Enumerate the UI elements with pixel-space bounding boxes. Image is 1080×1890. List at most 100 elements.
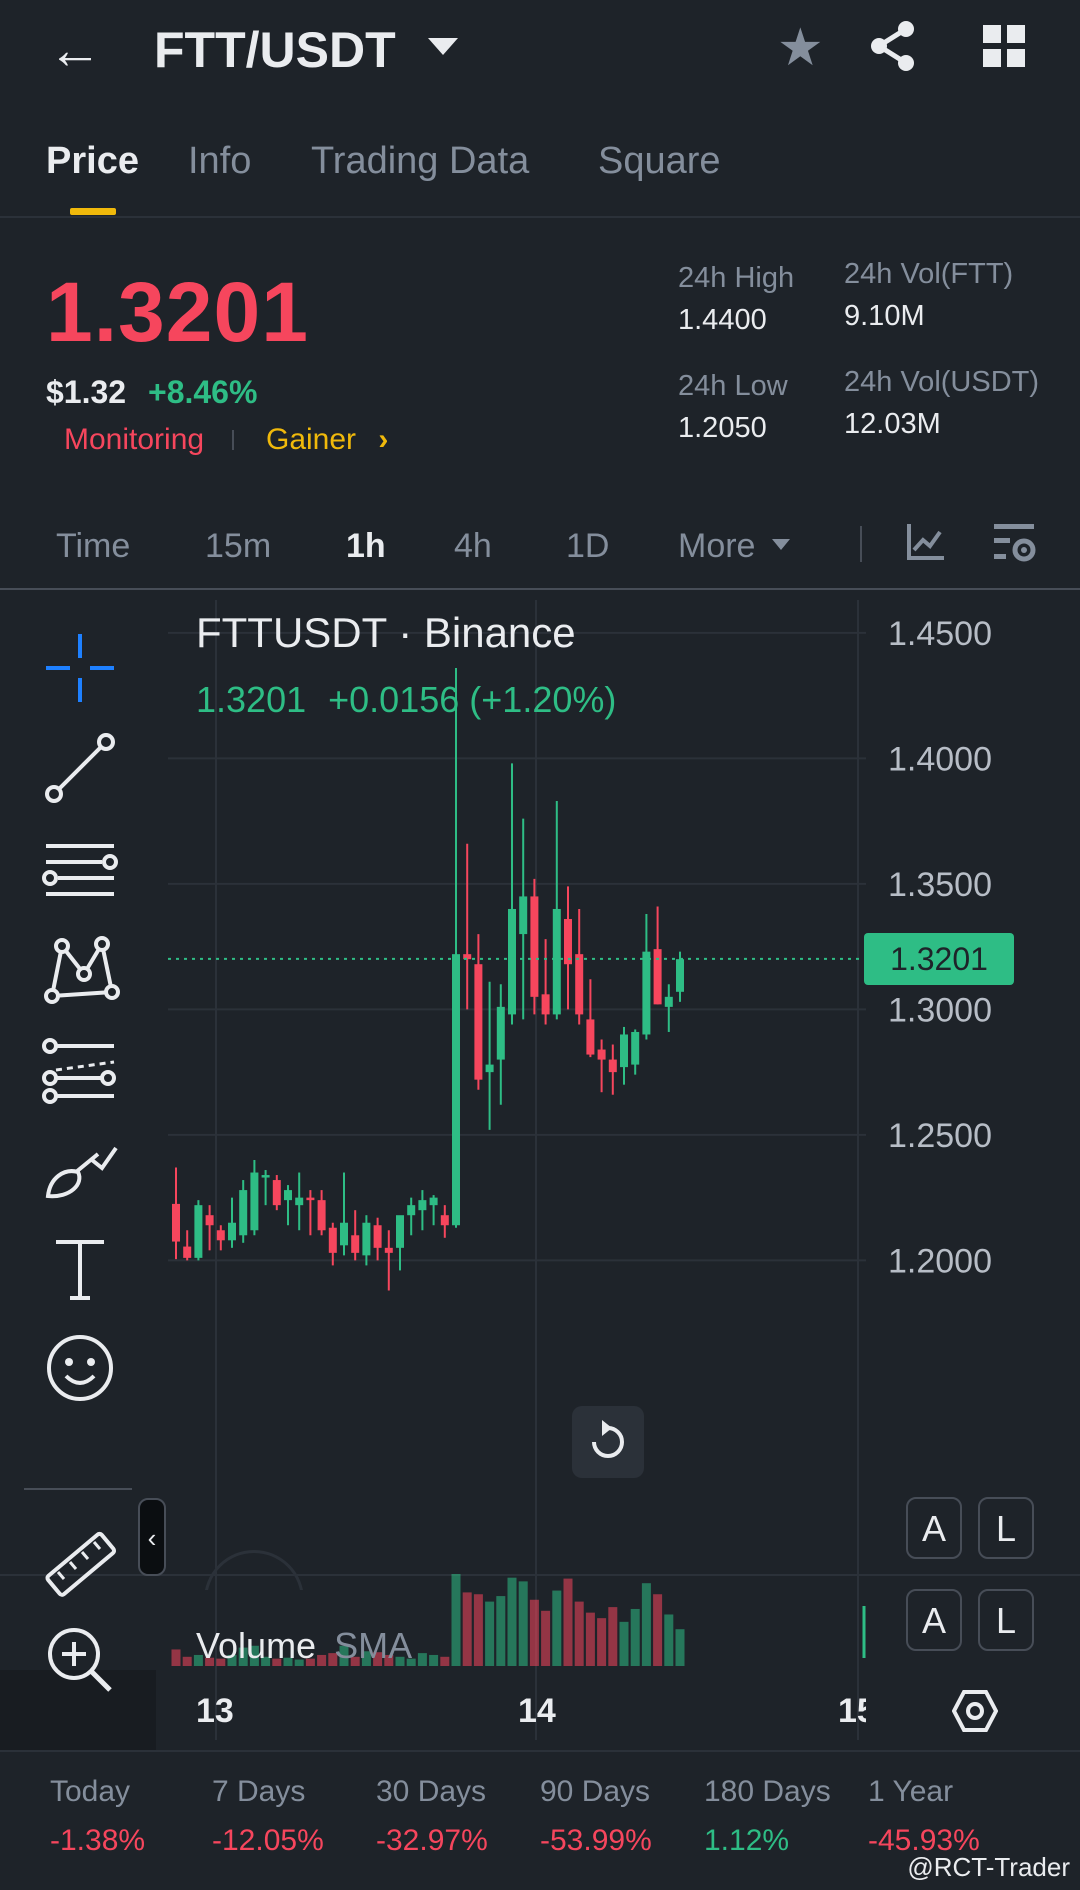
crosshair-icon[interactable] [40, 628, 120, 708]
candle-body [642, 951, 651, 1035]
pair-title[interactable]: FTT/USDT [154, 18, 396, 82]
candle-body [340, 1222, 348, 1246]
gainer-label: Gainer [266, 423, 357, 456]
candle-body [362, 1222, 371, 1256]
volume-bar [485, 1601, 495, 1666]
share-icon[interactable] [870, 20, 916, 72]
app-grid-icon[interactable] [983, 25, 1025, 67]
auto-scale-button[interactable]: A [906, 1497, 962, 1559]
text-tool-icon[interactable] [40, 1228, 120, 1308]
pair-dropdown-caret-icon[interactable] [428, 38, 458, 55]
candle-body [328, 1227, 337, 1253]
candle-body [194, 1205, 203, 1258]
perf-label: 180 Days [704, 1775, 831, 1808]
candle-body [631, 1031, 640, 1065]
volume-bar [574, 1601, 584, 1666]
volume-bar [451, 1574, 461, 1666]
candle-body [351, 1235, 360, 1253]
perf-label: Today [50, 1775, 131, 1808]
perf-label: 7 Days [212, 1775, 306, 1808]
more-dropdown-caret-icon[interactable] [772, 539, 790, 550]
divider [0, 1750, 1080, 1752]
tab-square[interactable]: Square [598, 136, 721, 186]
monitoring-tag[interactable]: Monitoring [64, 420, 204, 460]
candlestick-chart[interactable]: 1.4500 1.4000 1.3500 1.3000 1.2500 1.2000 13 14… [0, 590, 1080, 1750]
volume-bar [171, 1649, 181, 1666]
candle-body [261, 1175, 270, 1178]
favorite-star-icon[interactable]: ★ [777, 18, 824, 78]
candle-body [284, 1190, 292, 1201]
volume-bar [641, 1583, 651, 1666]
vol-ftt-value: 9.10M [844, 300, 925, 332]
x-tick-label: 13 [196, 1692, 234, 1730]
candle-body [485, 1064, 494, 1073]
interval-1h[interactable]: 1h [346, 524, 386, 568]
candle-body [575, 954, 584, 1015]
volume-bar [440, 1656, 450, 1666]
y-tick-label: 1.2500 [888, 1117, 992, 1155]
candle-body [418, 1200, 427, 1211]
candle-body [205, 1215, 214, 1226]
y-tick-label: 1.4000 [888, 740, 992, 778]
volume-bar [417, 1653, 427, 1666]
interval-15m[interactable]: 15m [205, 524, 271, 568]
volume-label: Volume [196, 1625, 317, 1666]
perf-label: 1 Year [868, 1775, 954, 1808]
candle-body [384, 1247, 393, 1253]
volume-auto-scale-button[interactable]: A [906, 1589, 962, 1651]
tab-trading-data[interactable]: Trading Data [311, 136, 529, 186]
emoji-icon[interactable] [40, 1328, 120, 1408]
usd-price: $1.32 [46, 374, 127, 410]
candle-body [317, 1200, 326, 1231]
candle-body [183, 1246, 192, 1258]
settings-hexagon-icon[interactable] [952, 1688, 998, 1734]
horizontal-lines-icon[interactable] [40, 828, 120, 908]
candle-body [172, 1203, 180, 1242]
toolbar-collapse-chevron-icon[interactable]: ‹ [138, 1498, 166, 1576]
interval-4h[interactable]: 4h [454, 524, 492, 568]
low-label: 24h Low [678, 370, 788, 402]
vol-usdt-value: 12.03M [844, 408, 941, 440]
legend-last: 1.3201 [196, 679, 307, 720]
tab-info[interactable]: Info [188, 136, 251, 186]
fib-retracement-icon[interactable] [40, 1028, 120, 1108]
perf-value: -32.97% [376, 1824, 488, 1857]
ruler-icon[interactable] [40, 1525, 120, 1605]
volume-bar [552, 1590, 562, 1666]
vol-usdt-label: 24h Vol(USDT) [844, 366, 1040, 398]
reset-chart-button[interactable] [572, 1406, 644, 1478]
candle-body [216, 1230, 225, 1241]
indicator-chart-icon[interactable] [906, 522, 946, 562]
candle-body [452, 954, 460, 1226]
pattern-icon[interactable] [40, 928, 120, 1008]
brush-icon[interactable] [40, 1128, 120, 1208]
log-scale-button[interactable]: L [978, 1497, 1034, 1559]
y-tick-label: 1.4500 [888, 615, 992, 653]
watermark: @RCT-Trader [907, 1852, 1070, 1882]
active-tab-indicator [70, 208, 116, 215]
chart-symbol-title: FTTUSDT · Binance [196, 609, 576, 656]
top-bar: ← FTT/USDT ★ [0, 0, 1080, 100]
interval-time[interactable]: Time [56, 524, 130, 568]
volume-bar [529, 1599, 539, 1666]
volume-bar [496, 1596, 506, 1666]
chevron-right-icon: › [378, 423, 389, 456]
candle-body [250, 1172, 259, 1231]
candle-body [530, 896, 539, 997]
volume-bar [675, 1629, 685, 1666]
back-arrow-icon[interactable]: ← [48, 22, 102, 78]
tag-divider [232, 430, 234, 450]
volume-bar [630, 1608, 640, 1666]
interval-more[interactable]: More [678, 524, 755, 568]
volume-log-scale-button[interactable]: L [978, 1589, 1034, 1651]
toolbar-divider [860, 526, 862, 562]
chart-area[interactable]: 1.4500 1.4000 1.3500 1.3000 1.2500 1.2000 13 14… [0, 590, 1080, 1750]
zoom-in-icon[interactable] [40, 1620, 120, 1700]
trend-line-icon[interactable] [40, 728, 120, 808]
tab-price[interactable]: Price [46, 136, 139, 186]
chart-settings-icon[interactable] [992, 522, 1038, 564]
candle-body [653, 949, 662, 1005]
gainer-tag[interactable]: Gainer › [266, 420, 388, 460]
low-value: 1.2050 [678, 412, 767, 444]
interval-1d[interactable]: 1D [566, 524, 609, 568]
